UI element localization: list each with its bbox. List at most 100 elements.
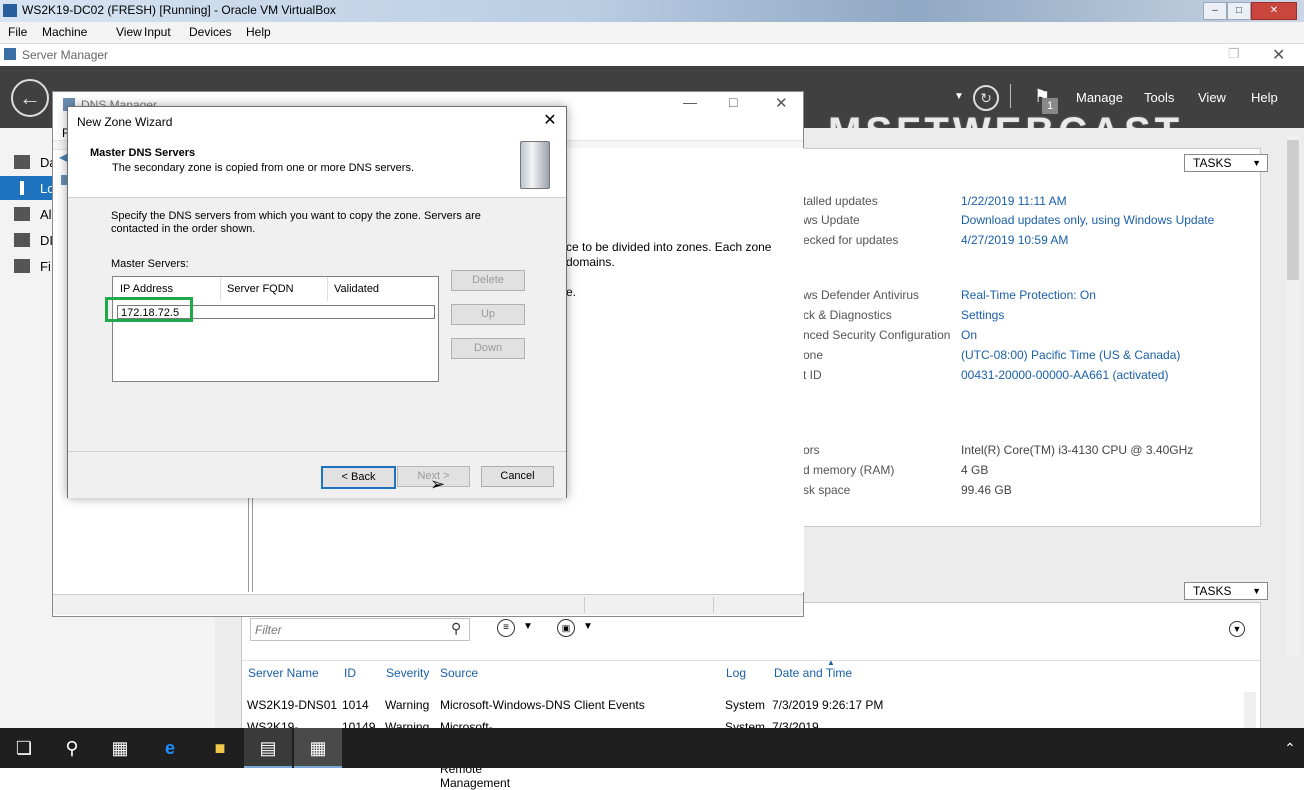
- prop-value: 99.46 GB: [961, 483, 1012, 497]
- dashboard-icon: [14, 155, 30, 169]
- cell-date-time: 7/3/2019 9:26:17 PM: [772, 698, 884, 712]
- column-id[interactable]: ID: [344, 666, 356, 680]
- virtualbox-icon: [3, 4, 17, 17]
- dns-status-bar: [53, 594, 803, 615]
- close-icon[interactable]: ✕: [775, 94, 788, 112]
- menu-help[interactable]: Help: [1251, 90, 1278, 105]
- vbox-window-title: WS2K19-DC02 (FRESH) [Running] - Oracle V…: [22, 3, 336, 17]
- properties-tasks-dropdown[interactable]: TASKS ▼: [1184, 154, 1268, 172]
- prop-label: sk space: [803, 483, 851, 497]
- server-manager-taskbar-icon[interactable]: ▤: [244, 728, 292, 768]
- close-icon[interactable]: ✕: [1251, 2, 1297, 20]
- notification-badge: 1: [1042, 98, 1058, 114]
- prop-value-link[interactable]: Real-Time Protection: On: [961, 288, 1096, 302]
- column-source[interactable]: Source: [440, 666, 478, 680]
- column-log[interactable]: Log: [726, 666, 746, 680]
- status-divider: [713, 597, 714, 613]
- menu-view[interactable]: View: [116, 25, 142, 39]
- wizard-subheading: The secondary zone is copied from one or…: [112, 162, 415, 174]
- dns-bg-text: ce to be divided into zones. Each zone: [566, 240, 772, 254]
- prop-value-link[interactable]: (UTC-08:00) Pacific Time (US & Canada): [961, 348, 1180, 362]
- chevron-up-icon[interactable]: ⌃: [1266, 728, 1304, 768]
- chevron-down-icon[interactable]: ▼: [954, 91, 964, 102]
- maximize-icon[interactable]: □: [729, 94, 737, 110]
- search-icon[interactable]: ⚲: [451, 620, 461, 637]
- refresh-icon[interactable]: ↻: [973, 85, 999, 111]
- prop-value-link[interactable]: 1/22/2019 11:11 AM: [961, 194, 1067, 208]
- back-button[interactable]: < Back: [321, 466, 396, 489]
- prop-value-link[interactable]: On: [961, 328, 977, 342]
- scrollbar-thumb[interactable]: [1287, 140, 1299, 280]
- menu-input[interactable]: Input: [144, 25, 171, 39]
- master-servers-label: Master Servers:: [111, 258, 189, 270]
- new-zone-wizard-dialog: New Zone Wizard ✕ Master DNS Servers The…: [67, 106, 567, 498]
- column-server-name[interactable]: Server Name: [248, 666, 319, 680]
- dns-bg-text: e.: [566, 285, 577, 299]
- internet-explorer-icon[interactable]: e: [146, 728, 194, 768]
- dns-manager-taskbar-icon[interactable]: ▦: [294, 728, 342, 768]
- prop-value-link[interactable]: Download updates only, using Windows Upd…: [961, 213, 1214, 227]
- menu-help[interactable]: Help: [246, 25, 271, 39]
- prop-label: t ID: [803, 368, 822, 382]
- status-divider: [584, 597, 585, 613]
- filter-input[interactable]: Filter: [255, 623, 282, 637]
- prop-label: ecked for updates: [803, 233, 899, 247]
- column-severity[interactable]: Severity: [386, 666, 429, 680]
- prop-label: ors: [803, 443, 820, 457]
- menu-manage[interactable]: Manage: [1076, 90, 1123, 105]
- expand-icon[interactable]: ▼: [1229, 621, 1245, 637]
- menu-tools[interactable]: Tools: [1144, 90, 1174, 105]
- master-servers-grid[interactable]: IP Address Server FQDN Validated 172.18.…: [105, 276, 439, 382]
- sort-arrow-icon: ▲: [827, 658, 835, 667]
- filter-box[interactable]: Filter ⚲: [250, 618, 470, 641]
- menu-machine[interactable]: Machine: [42, 25, 87, 39]
- prop-value-link[interactable]: 00431-20000-00000-AA661 (activated): [961, 368, 1168, 382]
- prop-value: 4 GB: [961, 463, 989, 477]
- save-query-icon[interactable]: ▣: [557, 619, 575, 637]
- minimize-icon[interactable]: –: [1203, 2, 1227, 20]
- events-scrollbar[interactable]: [1244, 692, 1256, 728]
- all-servers-icon: [14, 207, 30, 221]
- cancel-button[interactable]: Cancel: [481, 466, 554, 487]
- prop-label: d memory (RAM): [803, 463, 895, 477]
- column-date-time[interactable]: Date and Time: [774, 666, 852, 680]
- wizard-footer: < Back Next > Cancel: [68, 451, 566, 498]
- delete-button[interactable]: Delete: [451, 270, 525, 291]
- up-button[interactable]: Up: [451, 304, 525, 325]
- nav-file-services[interactable]: Fi: [40, 259, 51, 274]
- task-view-icon[interactable]: ▦: [96, 728, 144, 768]
- windows-start-icon[interactable]: ❏: [0, 728, 48, 768]
- prop-value-link[interactable]: 4/27/2019 10:59 AM: [961, 233, 1068, 247]
- cell-source: Microsoft-Windows-DNS Client Events: [440, 698, 645, 712]
- minimize-icon[interactable]: —: [683, 94, 697, 110]
- cell-server-name: WS2K19-DNS01: [247, 698, 338, 712]
- down-button[interactable]: Down: [451, 338, 525, 359]
- vbox-title-bar: WS2K19-DC02 (FRESH) [Running] - Oracle V…: [0, 0, 1304, 22]
- back-arrow-icon[interactable]: ←: [11, 79, 49, 117]
- prop-label: ws Update: [803, 213, 860, 227]
- maximize-icon[interactable]: □: [1227, 2, 1251, 20]
- file-explorer-icon[interactable]: ■: [196, 728, 244, 768]
- close-icon[interactable]: ✕: [1272, 45, 1285, 65]
- menu-file[interactable]: File: [8, 25, 27, 39]
- column-validated[interactable]: Validated: [327, 277, 434, 301]
- prop-value: Intel(R) Core(TM) i3-4130 CPU @ 3.40GHz: [961, 443, 1194, 457]
- wizard-body: Specify the DNS servers from which you w…: [68, 197, 566, 452]
- menu-devices[interactable]: Devices: [189, 25, 232, 39]
- restore-icon[interactable]: ❐: [1228, 46, 1240, 62]
- prop-label: ws Defender Antivirus: [803, 288, 920, 302]
- cell-log: System: [725, 698, 766, 712]
- list-options-icon[interactable]: ≡: [497, 619, 515, 637]
- server-icon: [520, 141, 550, 189]
- close-icon[interactable]: ✕: [540, 111, 560, 131]
- wizard-title: New Zone Wizard: [77, 115, 173, 129]
- chevron-down-icon[interactable]: ▼: [523, 621, 533, 632]
- menu-view[interactable]: View: [1198, 90, 1226, 105]
- server-manager-icon: [4, 48, 16, 60]
- search-icon[interactable]: ⚲: [48, 728, 96, 768]
- chevron-down-icon[interactable]: ▼: [583, 621, 593, 632]
- nav-all-servers[interactable]: Al: [40, 207, 52, 222]
- events-tasks-dropdown[interactable]: TASKS ▼: [1184, 582, 1268, 600]
- prop-value-link[interactable]: Settings: [961, 308, 1004, 322]
- column-server-fqdn[interactable]: Server FQDN: [220, 277, 328, 301]
